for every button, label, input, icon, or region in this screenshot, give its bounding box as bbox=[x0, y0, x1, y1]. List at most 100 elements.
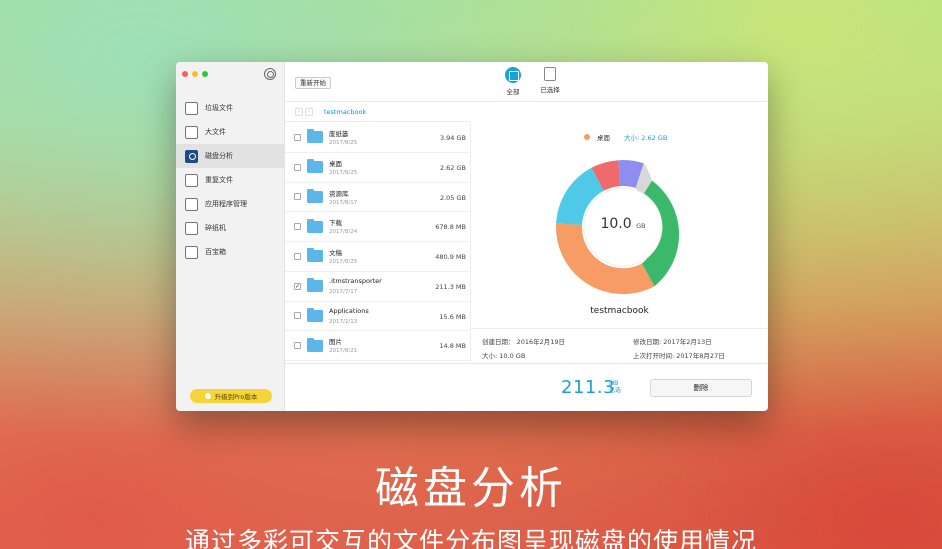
sidebar-item-toolbox[interactable]: 百宝箱 bbox=[176, 240, 285, 264]
sidebar-item-junk-files[interactable]: 垃圾文件 bbox=[176, 96, 285, 120]
file-name: 桌面 bbox=[329, 159, 342, 168]
file-date: 2017/2/13 bbox=[329, 318, 358, 325]
toolbar: 重新开始 全部 已选择 bbox=[285, 62, 768, 102]
row-checkbox[interactable] bbox=[294, 252, 301, 260]
tab-label: 已选择 bbox=[540, 86, 560, 94]
folder-icon bbox=[307, 337, 323, 352]
file-name: .itmstransporter bbox=[329, 276, 382, 285]
selected-total: 211.3 bbox=[561, 377, 616, 398]
row-checkbox[interactable] bbox=[294, 312, 301, 320]
forward-button[interactable]: › bbox=[305, 107, 313, 116]
chart-legend: 桌面 大小: 2.62 GB bbox=[584, 132, 667, 142]
shredder-icon bbox=[185, 221, 198, 235]
disk-total: 10.0 GB bbox=[598, 216, 648, 232]
list-item[interactable]: 资源库 2017/8/17 2.05 GB bbox=[285, 183, 470, 213]
file-size: 678.8 MB bbox=[435, 223, 466, 232]
file-date: 2017/8/25 bbox=[329, 140, 358, 146]
sidebar-item-label: 应用程序管理 bbox=[205, 200, 247, 208]
selected-unit: MB 已选 bbox=[609, 380, 621, 394]
last-opened: 上次打开时间: 2017年8月27日 bbox=[633, 352, 725, 360]
list-item[interactable]: 废纸篓 2017/8/25 3.94 GB bbox=[285, 123, 470, 153]
folder-icon bbox=[307, 159, 323, 174]
sidebar-item-label: 大文件 bbox=[205, 128, 226, 136]
file-size: 2.05 GB bbox=[439, 193, 466, 202]
folder-icon bbox=[307, 278, 323, 293]
sidebar-item-label: 碎纸机 bbox=[205, 224, 226, 232]
trash-file-icon bbox=[185, 101, 198, 115]
app-window: 垃圾文件 大文件 磁盘分析 重复文件 应用程序管理 碎纸机 百宝箱 升级到Pro… bbox=[176, 62, 768, 411]
file-date: 2017/8/25 bbox=[329, 259, 358, 265]
window-controls bbox=[182, 71, 208, 77]
legend-name: 桌面 bbox=[597, 134, 610, 142]
tab-selected[interactable]: 已选择 bbox=[530, 67, 570, 94]
file-date: 2017/8/25 bbox=[329, 169, 358, 176]
sidebar-item-disk-analysis[interactable]: 磁盘分析 bbox=[176, 144, 285, 168]
file-name: 下载 bbox=[329, 219, 342, 228]
modified-date: 修改日期: 2017年2月13日 bbox=[633, 338, 712, 346]
disk-analysis-icon bbox=[185, 149, 198, 163]
restart-button[interactable]: 重新开始 bbox=[295, 77, 331, 89]
folder-icon bbox=[307, 218, 323, 233]
file-date: 2017/7/17 bbox=[329, 288, 358, 295]
list-item[interactable]: 文稿 2017/8/25 480.9 MB bbox=[285, 242, 470, 272]
row-checkbox[interactable] bbox=[294, 223, 301, 231]
sidebar-item-shredder[interactable]: 碎纸机 bbox=[176, 216, 285, 240]
sidebar-list: 垃圾文件 大文件 磁盘分析 重复文件 应用程序管理 碎纸机 百宝箱 bbox=[176, 96, 285, 264]
list-item[interactable]: ✓ .itmstransporter 2017/7/17 211.3 MB bbox=[285, 272, 470, 302]
folder-icon bbox=[307, 248, 323, 263]
sidebar-item-large-files[interactable]: 大文件 bbox=[176, 120, 285, 144]
selected-unit-text: MB bbox=[609, 380, 619, 387]
back-button[interactable]: ‹ bbox=[295, 107, 303, 116]
row-checkbox[interactable] bbox=[294, 163, 301, 171]
disk-detail-panel: 桌面 大小: 2.62 GB 10.0 GB testmacbook 创建日期：… bbox=[471, 123, 768, 363]
row-checkbox[interactable] bbox=[294, 193, 301, 201]
row-checkbox[interactable] bbox=[294, 133, 301, 141]
legend-size: 大小: 2.62 GB bbox=[624, 134, 668, 142]
disk-total-unit: GB bbox=[636, 222, 646, 230]
row-checkbox-checked[interactable]: ✓ bbox=[294, 282, 301, 290]
file-name: 废纸篓 bbox=[329, 130, 349, 138]
disk-total-value: 10.0 bbox=[600, 216, 632, 232]
file-date: 2017/8/24 bbox=[329, 229, 358, 236]
caption-title: 磁盘分析 bbox=[375, 463, 567, 514]
app-logo-icon bbox=[264, 68, 276, 80]
list-item[interactable]: Applications 2017/2/13 15.6 MB bbox=[285, 302, 470, 332]
zoom-button[interactable] bbox=[202, 71, 208, 77]
created-date: 创建日期： 2016年2月19日 bbox=[482, 338, 566, 346]
breadcrumb[interactable]: testmacbook bbox=[324, 108, 366, 116]
close-button[interactable] bbox=[182, 71, 188, 77]
app-manager-icon bbox=[185, 197, 198, 211]
list-item[interactable]: 下载 2017/8/24 678.8 MB bbox=[285, 212, 470, 242]
sidebar-item-duplicate-files[interactable]: 重复文件 bbox=[176, 168, 285, 192]
file-name: 资源库 bbox=[329, 189, 349, 198]
file-date: 2017/8/17 bbox=[329, 199, 358, 206]
list-item[interactable]: 图片 2017/8/21 14.8 MB bbox=[285, 331, 470, 361]
delete-button[interactable]: 删除 bbox=[650, 379, 752, 397]
path-bar: ‹ › testmacbook bbox=[285, 102, 470, 122]
list-item[interactable]: 桌面 2017/8/25 2.62 GB bbox=[285, 153, 470, 183]
file-size: 2.62 GB bbox=[439, 163, 466, 172]
file-size: 15.6 MB bbox=[439, 312, 466, 321]
volume-name: testmacbook bbox=[590, 306, 649, 316]
sidebar-item-label: 百宝箱 bbox=[205, 248, 226, 256]
caption-subtitle: 通过多彩可交互的文件分布图呈现磁盘的使用情况 bbox=[184, 527, 757, 549]
upgrade-label: 升级到Pro版本 bbox=[214, 393, 258, 401]
file-name: 图片 bbox=[329, 338, 342, 347]
folder-icon bbox=[307, 188, 323, 203]
sidebar: 垃圾文件 大文件 磁盘分析 重复文件 应用程序管理 碎纸机 百宝箱 升级到Pro… bbox=[176, 62, 285, 411]
tab-all[interactable]: 全部 bbox=[493, 67, 533, 96]
selected-label: 已选 bbox=[609, 387, 622, 394]
minimize-button[interactable] bbox=[192, 71, 198, 77]
footer-bar: 211.3 MB 已选 删除 bbox=[285, 363, 768, 411]
file-name: 文稿 bbox=[329, 249, 342, 257]
sidebar-item-app-manager[interactable]: 应用程序管理 bbox=[176, 192, 285, 216]
file-list: 废纸篓 2017/8/25 3.94 GB 桌面 2017/8/25 2.62 … bbox=[285, 123, 471, 361]
file-size: 480.9 MB bbox=[435, 253, 466, 261]
sidebar-item-label: 磁盘分析 bbox=[205, 152, 233, 160]
row-checkbox[interactable] bbox=[294, 342, 301, 350]
all-icon bbox=[505, 67, 521, 83]
sidebar-item-label: 重复文件 bbox=[205, 176, 233, 184]
file-size: 3.94 GB bbox=[439, 134, 466, 142]
upgrade-pro-button[interactable]: 升级到Pro版本 bbox=[190, 389, 272, 403]
file-size: 211.3 MB bbox=[435, 282, 466, 291]
